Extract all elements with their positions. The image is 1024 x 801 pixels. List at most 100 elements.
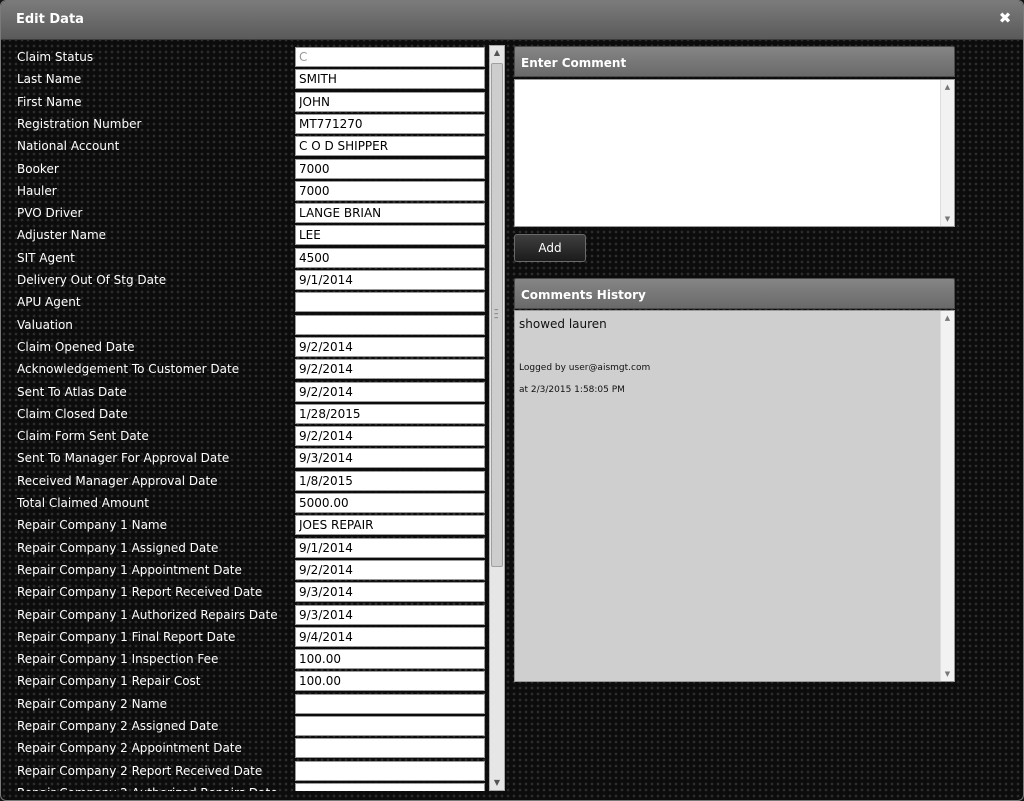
comments-history-list: showed lauren Logged by user@aismgt.com … — [514, 310, 955, 682]
field-label: Acknowledgement To Customer Date — [17, 362, 240, 377]
history-scrollbar[interactable]: ▲ ▼ — [940, 311, 954, 681]
field-label: Last Name — [17, 72, 82, 87]
field-input[interactable] — [295, 69, 485, 90]
field-input[interactable] — [295, 336, 485, 357]
form-row: Repair Company 1 Report Received Date — [11, 580, 491, 603]
form-row: Acknowledgement To Customer Date — [11, 357, 491, 380]
scroll-thumb[interactable]: – – – — [491, 63, 503, 567]
field-input[interactable] — [295, 158, 485, 179]
field-input[interactable] — [295, 403, 485, 424]
comment-scroll-up-icon[interactable]: ▲ — [941, 80, 954, 94]
field-input[interactable] — [295, 47, 485, 67]
field-input[interactable] — [295, 426, 485, 447]
form-row: Repair Company 2 Appointment Date — [11, 736, 491, 759]
field-input[interactable] — [295, 113, 485, 134]
field-input[interactable] — [295, 626, 485, 647]
scroll-down-icon[interactable]: ▼ — [490, 776, 504, 790]
form-row: Repair Company 1 Appointment Date — [11, 558, 491, 580]
form-row: Repair Company 2 Authorized Repairs Date — [11, 781, 491, 791]
form-row: Sent To Atlas Date — [11, 380, 491, 402]
field-input[interactable] — [295, 716, 485, 736]
field-label: Sent To Manager For Approval Date — [17, 451, 230, 466]
dialog-title: Edit Data — [16, 12, 84, 27]
field-label: Delivery Out Of Stg Date — [17, 273, 167, 287]
form-row: Total Claimed Amount — [11, 491, 491, 513]
form-row: Repair Company 1 Inspection Fee — [11, 647, 491, 670]
field-input[interactable] — [295, 292, 485, 313]
comment-input[interactable] — [514, 79, 955, 227]
field-input[interactable] — [295, 225, 485, 246]
field-input[interactable] — [295, 738, 485, 759]
comment-scrollbar[interactable]: ▲ ▼ — [940, 80, 954, 226]
form-row: Repair Company 1 Final Report Date — [11, 625, 491, 647]
form-row: Repair Company 2 Name — [11, 692, 491, 714]
field-input[interactable] — [295, 515, 485, 536]
field-input[interactable] — [295, 381, 485, 402]
form-row: Received Manager Approval Date — [11, 469, 491, 491]
field-label: SIT Agent — [17, 250, 75, 265]
form-row: Claim Closed Date — [11, 402, 491, 424]
comments-history-title: Comments History — [521, 288, 646, 302]
field-input[interactable] — [295, 604, 485, 625]
form-scrollbar[interactable]: ▲ – – – ▼ — [489, 45, 505, 791]
field-label: Repair Company 2 Report Received Date — [17, 763, 263, 778]
history-scroll-up-icon[interactable]: ▲ — [941, 311, 954, 325]
field-label: Claim Form Sent Date — [17, 429, 149, 444]
field-input[interactable] — [295, 359, 485, 380]
claim-form: Claim Status Last Name First Name Registrat… — [11, 45, 505, 791]
close-icon[interactable]: ✖ — [997, 10, 1013, 26]
field-input[interactable] — [295, 270, 485, 290]
field-label: Claim Closed Date — [17, 406, 128, 421]
field-input[interactable] — [295, 247, 485, 268]
field-label: Repair Company 2 Appointment Date — [17, 741, 242, 756]
field-input[interactable] — [295, 470, 485, 491]
history-entry-logged-by: Logged by user@aismgt.com — [519, 363, 651, 373]
field-input[interactable] — [295, 782, 485, 791]
history-scroll-down-icon[interactable]: ▼ — [941, 667, 954, 681]
scroll-up-icon[interactable]: ▲ — [490, 46, 504, 60]
field-input[interactable] — [295, 448, 485, 469]
comment-scroll-down-icon[interactable]: ▼ — [941, 212, 954, 226]
form-row: Sent To Manager For Approval Date — [11, 446, 491, 469]
field-label: Repair Company 1 Final Report Date — [17, 629, 236, 644]
add-comment-button[interactable]: Add — [514, 234, 586, 262]
form-row: Claim Status — [11, 45, 491, 67]
field-input[interactable] — [295, 760, 485, 781]
field-input[interactable] — [295, 136, 485, 157]
field-input[interactable] — [295, 314, 485, 335]
field-input[interactable] — [295, 493, 485, 513]
form-row: Repair Company 1 Authorized Repairs Date — [11, 603, 491, 625]
field-label: Claim Opened Date — [17, 339, 135, 354]
field-label: Repair Company 1 Name — [17, 518, 167, 533]
field-input[interactable] — [295, 180, 485, 201]
field-label: Repair Company 2 Assigned Date — [17, 719, 219, 733]
field-label: Repair Company 1 Repair Cost — [17, 674, 201, 689]
field-input[interactable] — [295, 559, 485, 580]
field-label: Repair Company 1 Assigned Date — [17, 540, 219, 555]
field-label: National Account — [17, 139, 120, 154]
field-label: Repair Company 1 Inspection Fee — [17, 652, 219, 667]
form-row: APU Agent — [11, 290, 491, 313]
field-input[interactable] — [295, 537, 485, 558]
form-row: Delivery Out Of Stg Date — [11, 268, 491, 290]
field-input[interactable] — [295, 671, 485, 692]
field-label: Claim Status — [17, 50, 94, 64]
field-input[interactable] — [295, 649, 485, 670]
field-label: Total Claimed Amount — [17, 496, 149, 510]
field-input[interactable] — [295, 582, 485, 603]
field-label: Valuation — [17, 317, 73, 332]
field-label: Hauler — [17, 183, 57, 198]
form-row: Last Name — [11, 67, 491, 90]
field-input[interactable] — [295, 203, 485, 224]
dialog-titlebar[interactable]: Edit Data ✖ — [1, 1, 1023, 40]
form-row: Registration Number — [11, 112, 491, 134]
field-label: Repair Company 2 Name — [17, 696, 167, 711]
form-row: Repair Company 1 Repair Cost — [11, 669, 491, 692]
field-label: PVO Driver — [17, 206, 83, 221]
form-row: Hauler — [11, 179, 491, 201]
field-input[interactable] — [295, 693, 485, 714]
field-input[interactable] — [295, 91, 485, 112]
field-label: Repair Company 2 Authorized Repairs Date — [17, 786, 278, 791]
field-label: APU Agent — [17, 295, 81, 310]
field-label: Received Manager Approval Date — [17, 473, 218, 488]
